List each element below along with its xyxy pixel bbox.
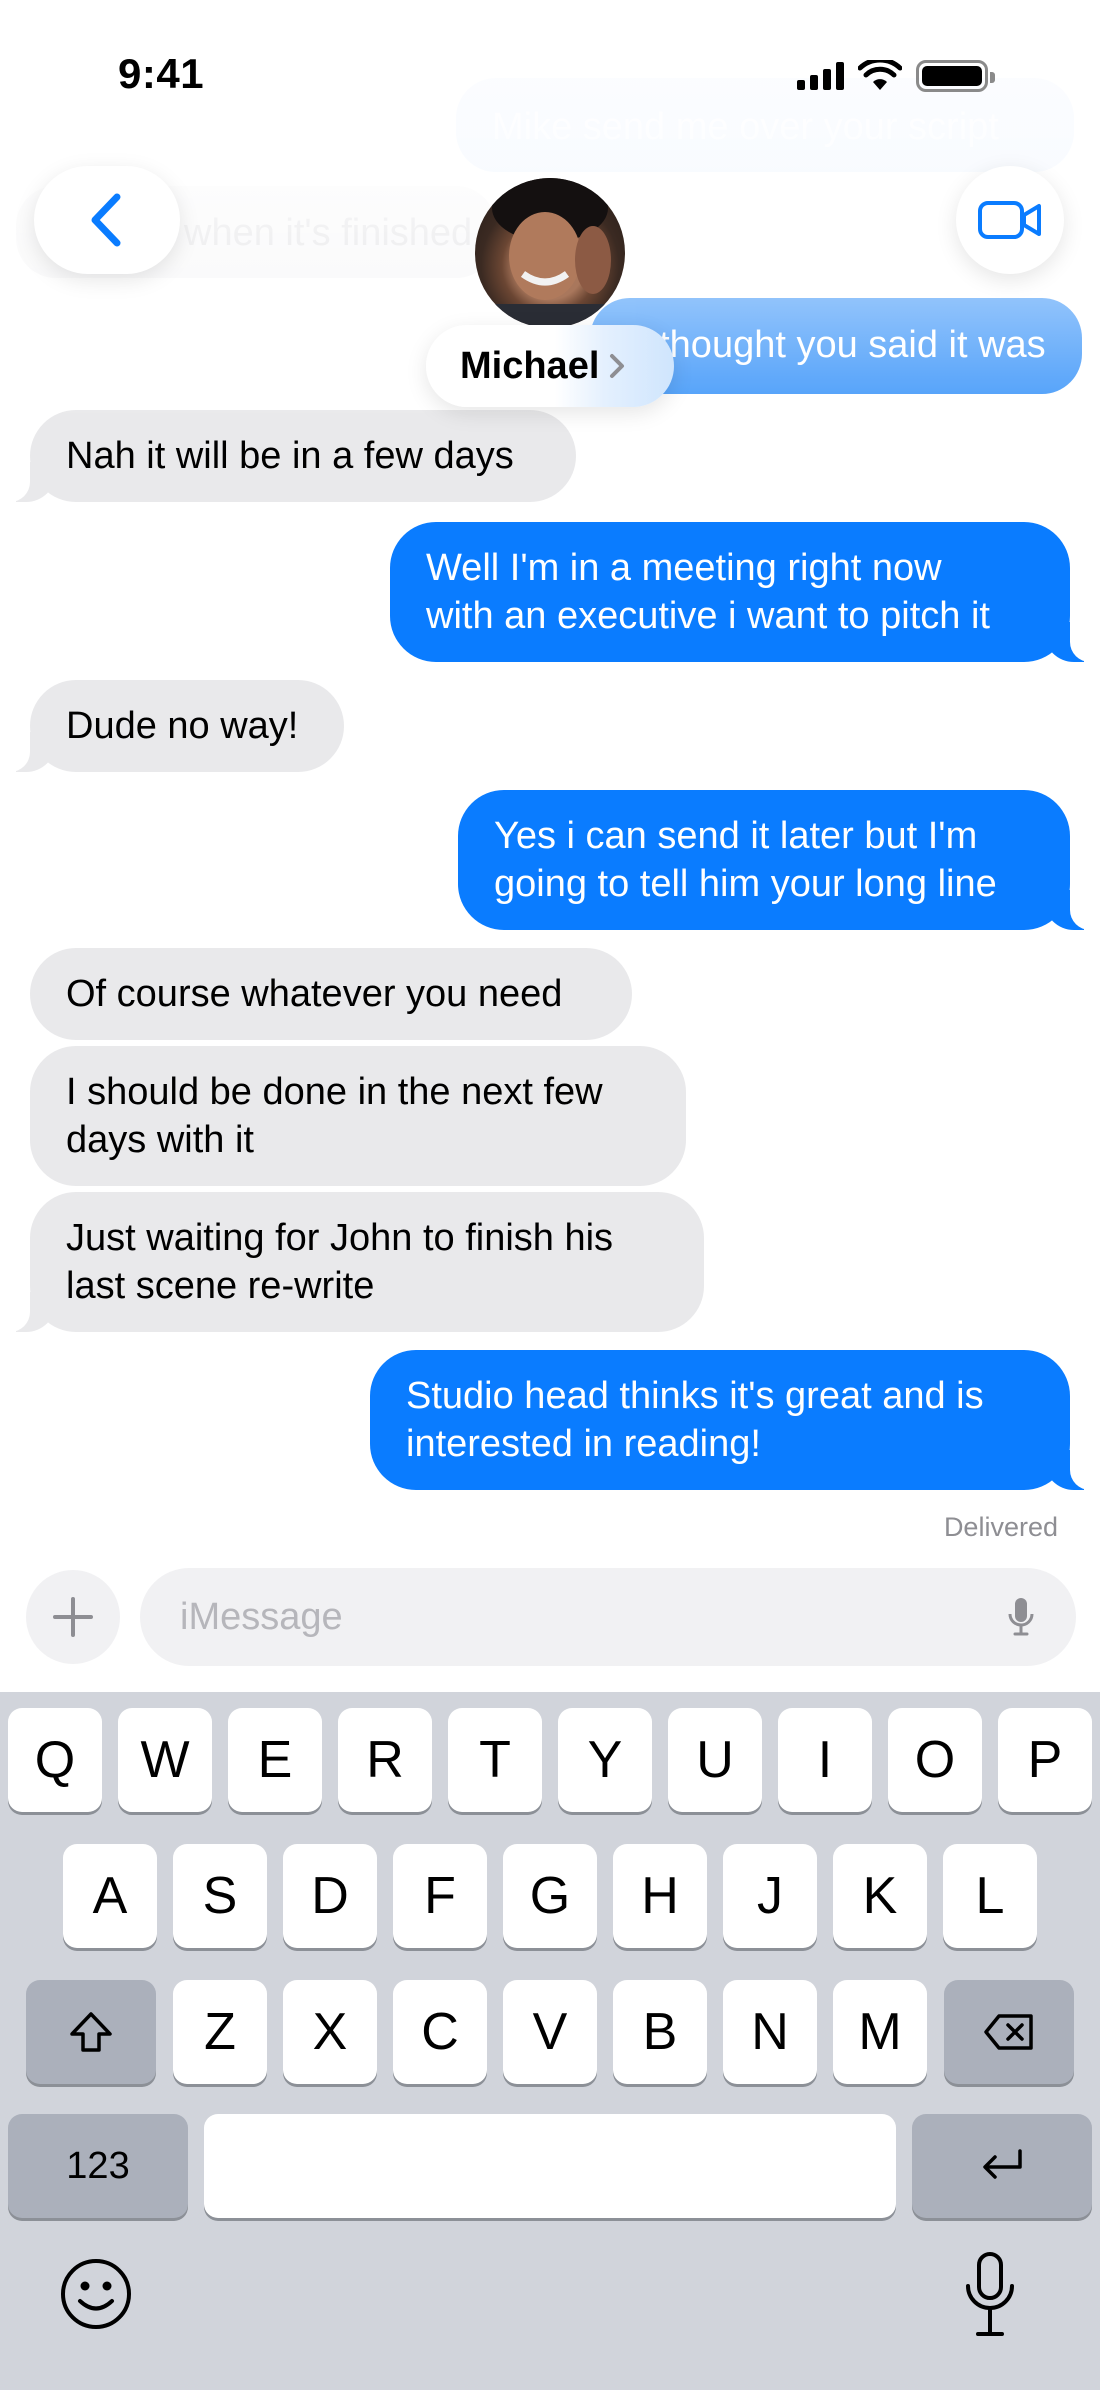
- key-g[interactable]: G: [503, 1844, 597, 1948]
- key-p[interactable]: P: [998, 1708, 1092, 1812]
- key-q[interactable]: Q: [8, 1708, 102, 1812]
- status-time: 9:41: [118, 50, 205, 97]
- key-m[interactable]: M: [833, 1980, 927, 2084]
- message-incoming[interactable]: Nah it will be in a few days: [4, 410, 576, 502]
- key-u[interactable]: U: [668, 1708, 762, 1812]
- numbers-key[interactable]: 123: [8, 2114, 188, 2218]
- key-n[interactable]: N: [723, 1980, 817, 2084]
- shift-key[interactable]: [26, 1980, 156, 2084]
- key-o[interactable]: O: [888, 1708, 982, 1812]
- return-key[interactable]: [912, 2114, 1092, 2218]
- message-input[interactable]: iMessage: [140, 1568, 1076, 1666]
- delete-key[interactable]: [944, 1980, 1074, 2084]
- key-a[interactable]: A: [63, 1844, 157, 1948]
- return-icon: [983, 2149, 1022, 2179]
- key-f[interactable]: F: [393, 1844, 487, 1948]
- microphone-icon[interactable]: [1006, 1596, 1036, 1638]
- key-v[interactable]: V: [503, 1980, 597, 2084]
- message-outgoing[interactable]: Yes i can send it later but I'm going to…: [458, 790, 1096, 930]
- shift-icon: [70, 2012, 112, 2052]
- microphone-icon: [966, 2252, 1014, 2336]
- space-bar[interactable]: [204, 2114, 896, 2218]
- key-s[interactable]: S: [173, 1844, 267, 1948]
- key-k[interactable]: K: [833, 1844, 927, 1948]
- contact-name-button[interactable]: Michael: [426, 325, 674, 407]
- chevron-right-icon: [609, 353, 625, 379]
- contact-avatar[interactable]: [475, 178, 625, 328]
- key-h[interactable]: H: [613, 1844, 707, 1948]
- status-bar: 9:41: [0, 0, 1100, 150]
- cellular-signal-icon: [797, 62, 844, 90]
- video-camera-icon: [978, 201, 1041, 239]
- delivery-status: Delivered: [943, 1512, 1058, 1542]
- key-j[interactable]: J: [723, 1844, 817, 1948]
- message-incoming[interactable]: Dude no way!: [4, 680, 344, 772]
- key-l[interactable]: L: [943, 1844, 1037, 1948]
- chevron-left-icon: [91, 193, 121, 247]
- status-icons: [797, 60, 995, 92]
- key-r[interactable]: R: [338, 1708, 432, 1812]
- plus-icon: [53, 1597, 93, 1637]
- key-w[interactable]: W: [118, 1708, 212, 1812]
- wifi-icon: [858, 60, 902, 90]
- key-y[interactable]: Y: [558, 1708, 652, 1812]
- backspace-icon: [984, 2014, 1033, 2050]
- keyboard: Q W E R T Y U I O P A S D F G H J K L Z …: [0, 1692, 1100, 2390]
- message-incoming[interactable]: Just waiting for John to finish his last…: [4, 1192, 704, 1332]
- contact-name: Michael: [460, 344, 600, 387]
- key-d[interactable]: D: [283, 1844, 377, 1948]
- message-incoming[interactable]: I should be done in the next few days wi…: [30, 1046, 686, 1186]
- back-button[interactable]: [34, 166, 180, 274]
- key-z[interactable]: Z: [173, 1980, 267, 2084]
- key-e[interactable]: E: [228, 1708, 322, 1812]
- emoji-icon: [61, 2259, 131, 2329]
- key-i[interactable]: I: [778, 1708, 872, 1812]
- facetime-video-button[interactable]: [956, 166, 1064, 274]
- message-incoming[interactable]: Of course whatever you need: [30, 948, 632, 1040]
- apps-plus-button[interactable]: [26, 1570, 120, 1664]
- message-input-placeholder: iMessage: [180, 1595, 343, 1638]
- key-x[interactable]: X: [283, 1980, 377, 2084]
- emoji-button[interactable]: [58, 2256, 134, 2332]
- message-outgoing[interactable]: Well I'm in a meeting right now with an …: [390, 522, 1096, 662]
- avatar-photo: [492, 178, 611, 328]
- battery-icon: [916, 60, 995, 92]
- key-c[interactable]: C: [393, 1980, 487, 2084]
- dictation-button[interactable]: [962, 2250, 1018, 2340]
- key-b[interactable]: B: [613, 1980, 707, 2084]
- key-t[interactable]: T: [448, 1708, 542, 1812]
- message-outgoing[interactable]: Studio head thinks it's great and is int…: [370, 1350, 1096, 1490]
